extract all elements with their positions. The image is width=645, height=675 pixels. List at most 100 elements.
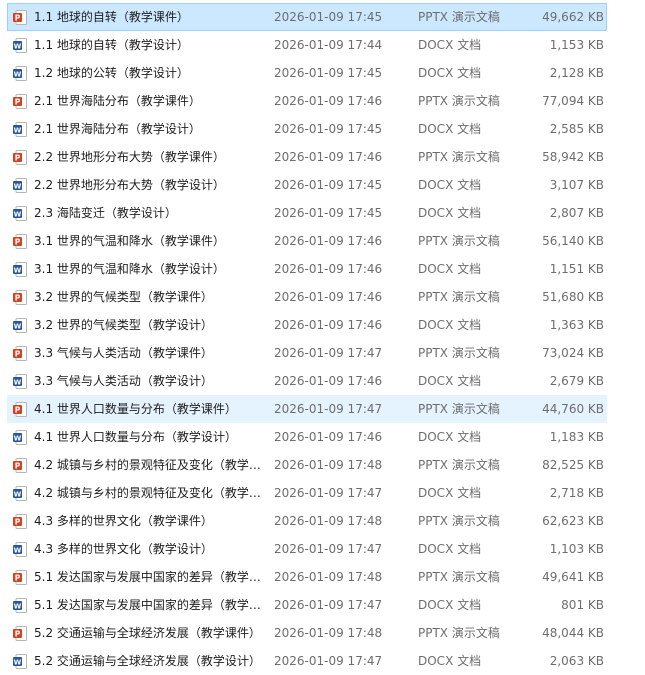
- pptx-file-icon: P: [13, 402, 27, 417]
- docx-file-icon: W: [13, 206, 27, 221]
- svg-text:P: P: [15, 629, 21, 638]
- svg-text:P: P: [15, 573, 21, 582]
- file-type: PPTX 演示文稿: [418, 290, 500, 304]
- svg-text:W: W: [14, 378, 22, 386]
- file-row[interactable]: W 2.3 海陆变迁（教学设计） 2026-01-09 17:45 DOCX 文档 2,…: [7, 199, 607, 227]
- file-row[interactable]: W 3.1 世界的气温和降水（教学设计） 2026-01-09 17:46 DOCX …: [7, 255, 607, 283]
- file-name[interactable]: 4.3 多样的世界文化（教学课件）: [34, 508, 272, 534]
- file-name[interactable]: 1.1 地球的自转（教学设计）: [34, 32, 272, 58]
- file-name[interactable]: 5.2 交通运输与全球经济发展（教学设计）: [34, 648, 272, 674]
- file-modified-date: 2026-01-09 17:45: [274, 178, 383, 192]
- file-row[interactable]: P 2.1 世界海陆分布（教学课件） 2026-01-09 17:46 PPTX 演示…: [7, 87, 607, 115]
- file-name[interactable]: 5.1 发达国家与发展中国家的差异（教学课件）: [34, 564, 272, 590]
- svg-text:W: W: [14, 602, 22, 610]
- file-row[interactable]: P 4.1 世界人口数量与分布（教学课件） 2026-01-09 17:47 PPTX…: [7, 395, 607, 423]
- file-modified-date: 2026-01-09 17:47: [274, 654, 383, 668]
- file-size: 73,024 KB: [542, 346, 604, 360]
- file-size: 3,107 KB: [549, 178, 604, 192]
- file-name[interactable]: 3.3 气候与人类活动（教学设计）: [34, 368, 272, 394]
- file-name[interactable]: 3.2 世界的气候类型（教学课件）: [34, 284, 272, 310]
- docx-file-icon: W: [13, 598, 27, 613]
- file-name[interactable]: 2.2 世界地形分布大势（教学课件）: [34, 144, 272, 170]
- file-modified-date: 2026-01-09 17:48: [274, 514, 383, 528]
- file-size: 48,044 KB: [542, 626, 604, 640]
- pptx-file-icon: P: [13, 458, 27, 473]
- file-name[interactable]: 3.2 世界的气候类型（教学设计）: [34, 312, 272, 338]
- file-row[interactable]: P 2.2 世界地形分布大势（教学课件） 2026-01-09 17:46 PPTX …: [7, 143, 607, 171]
- file-row[interactable]: W 4.3 多样的世界文化（教学设计） 2026-01-09 17:47 DOCX 文…: [7, 535, 607, 563]
- svg-text:W: W: [14, 182, 22, 190]
- file-row[interactable]: P 3.2 世界的气候类型（教学课件） 2026-01-09 17:46 PPTX 演…: [7, 283, 607, 311]
- file-modified-date: 2026-01-09 17:46: [274, 234, 383, 248]
- file-name[interactable]: 2.1 世界海陆分布（教学课件）: [34, 88, 272, 114]
- file-name[interactable]: 3.1 世界的气温和降水（教学设计）: [34, 256, 272, 282]
- svg-text:P: P: [15, 153, 21, 162]
- file-type: DOCX 文档: [418, 598, 482, 612]
- svg-text:W: W: [14, 322, 22, 330]
- file-type: PPTX 演示文稿: [418, 570, 500, 584]
- file-row[interactable]: P 4.3 多样的世界文化（教学课件） 2026-01-09 17:48 PPTX 演…: [7, 507, 607, 535]
- file-size: 77,094 KB: [542, 94, 604, 108]
- pptx-file-icon: P: [13, 626, 27, 641]
- pptx-file-icon: P: [13, 514, 27, 529]
- file-row[interactable]: W 4.2 城镇与乡村的景观特征及变化（教学设计） 2026-01-09 17:47…: [7, 479, 607, 507]
- file-name[interactable]: 5.2 交通运输与全球经济发展（教学课件）: [34, 620, 272, 646]
- file-size: 49,662 KB: [542, 10, 604, 24]
- file-name[interactable]: 3.3 气候与人类活动（教学课件）: [34, 340, 272, 366]
- svg-text:W: W: [14, 126, 22, 134]
- file-name[interactable]: 2.1 世界海陆分布（教学设计）: [34, 116, 272, 142]
- file-size: 62,623 KB: [542, 514, 604, 528]
- file-name[interactable]: 5.1 发达国家与发展中国家的差异（教学设计）: [34, 592, 272, 618]
- file-type: PPTX 演示文稿: [418, 458, 500, 472]
- file-row[interactable]: W 3.3 气候与人类活动（教学设计） 2026-01-09 17:46 DOCX 文…: [7, 367, 607, 395]
- file-modified-date: 2026-01-09 17:48: [274, 570, 383, 584]
- file-row[interactable]: W 2.1 世界海陆分布（教学设计） 2026-01-09 17:45 DOCX 文档…: [7, 115, 607, 143]
- file-name[interactable]: 2.3 海陆变迁（教学设计）: [34, 200, 272, 226]
- file-name[interactable]: 3.1 世界的气温和降水（教学课件）: [34, 228, 272, 254]
- file-modified-date: 2026-01-09 17:46: [274, 430, 383, 444]
- file-size: 1,363 KB: [549, 318, 604, 332]
- docx-file-icon: W: [13, 66, 27, 81]
- file-size: 58,942 KB: [542, 150, 604, 164]
- file-modified-date: 2026-01-09 17:48: [274, 458, 383, 472]
- file-type: DOCX 文档: [418, 654, 482, 668]
- svg-text:W: W: [14, 434, 22, 442]
- file-name[interactable]: 4.2 城镇与乡村的景观特征及变化（教学设计）: [34, 480, 272, 506]
- file-name[interactable]: 4.2 城镇与乡村的景观特征及变化（教学课件）: [34, 452, 272, 478]
- file-row[interactable]: W 4.1 世界人口数量与分布（教学设计） 2026-01-09 17:46 DOCX…: [7, 423, 607, 451]
- file-row[interactable]: P 5.1 发达国家与发展中国家的差异（教学课件） 2026-01-09 17:48…: [7, 563, 607, 591]
- file-row[interactable]: W 5.2 交通运输与全球经济发展（教学设计） 2026-01-09 17:47 DO…: [7, 647, 607, 675]
- file-size: 82,525 KB: [542, 458, 604, 472]
- file-type: DOCX 文档: [418, 66, 482, 80]
- file-size: 2,585 KB: [549, 122, 604, 136]
- file-modified-date: 2026-01-09 17:46: [274, 290, 383, 304]
- file-modified-date: 2026-01-09 17:45: [274, 122, 383, 136]
- file-name[interactable]: 2.2 世界地形分布大势（教学设计）: [34, 172, 272, 198]
- file-row[interactable]: P 3.3 气候与人类活动（教学课件） 2026-01-09 17:47 PPTX 演…: [7, 339, 607, 367]
- file-modified-date: 2026-01-09 17:44: [274, 38, 383, 52]
- file-row[interactable]: W 3.2 世界的气候类型（教学设计） 2026-01-09 17:46 DOCX 文…: [7, 311, 607, 339]
- file-row[interactable]: W 2.2 世界地形分布大势（教学设计） 2026-01-09 17:45 DOCX …: [7, 171, 607, 199]
- pptx-file-icon: P: [13, 570, 27, 585]
- file-name[interactable]: 1.2 地球的公转（教学设计）: [34, 60, 272, 86]
- file-name[interactable]: 4.3 多样的世界文化（教学设计）: [34, 536, 272, 562]
- file-row[interactable]: W 5.1 发达国家与发展中国家的差异（教学设计） 2026-01-09 17:47…: [7, 591, 607, 619]
- pptx-file-icon: P: [13, 10, 27, 25]
- file-size: 44,760 KB: [542, 402, 604, 416]
- file-row[interactable]: W 1.2 地球的公转（教学设计） 2026-01-09 17:45 DOCX 文档 2…: [7, 59, 607, 87]
- file-row[interactable]: W 1.1 地球的自转（教学设计） 2026-01-09 17:44 DOCX 文档 1…: [7, 31, 607, 59]
- file-size: 56,140 KB: [542, 234, 604, 248]
- file-type: DOCX 文档: [418, 38, 482, 52]
- file-row[interactable]: P 4.2 城镇与乡村的景观特征及变化（教学课件） 2026-01-09 17:48…: [7, 451, 607, 479]
- file-modified-date: 2026-01-09 17:45: [274, 206, 383, 220]
- file-row[interactable]: P 3.1 世界的气温和降水（教学课件） 2026-01-09 17:46 PPTX …: [7, 227, 607, 255]
- file-name[interactable]: 4.1 世界人口数量与分布（教学设计）: [34, 424, 272, 450]
- file-row[interactable]: P 1.1 地球的自转（教学课件） 2026-01-09 17:45 PPTX 演示文…: [7, 3, 607, 31]
- file-name[interactable]: 4.1 世界人口数量与分布（教学课件）: [34, 396, 272, 422]
- file-modified-date: 2026-01-09 17:46: [274, 94, 383, 108]
- file-size: 1,151 KB: [549, 262, 604, 276]
- file-size: 2,679 KB: [549, 374, 604, 388]
- file-row[interactable]: P 5.2 交通运输与全球经济发展（教学课件） 2026-01-09 17:48 PP…: [7, 619, 607, 647]
- file-name[interactable]: 1.1 地球的自转（教学课件）: [34, 4, 272, 30]
- file-type: DOCX 文档: [418, 262, 482, 276]
